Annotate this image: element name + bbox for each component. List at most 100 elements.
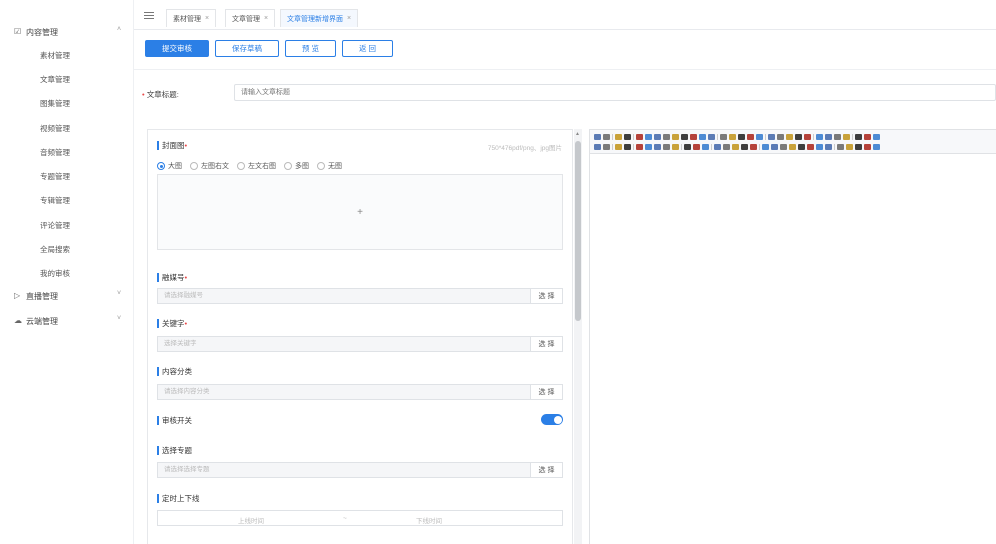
editor-tool-icon[interactable] bbox=[804, 134, 811, 140]
editor-tool-icon[interactable] bbox=[795, 134, 802, 140]
back-button[interactable]: 返 回 bbox=[342, 40, 393, 57]
sidebar-item-material[interactable]: 素材管理 bbox=[0, 45, 134, 65]
sidebar-item-video[interactable]: 视频管理 bbox=[0, 118, 134, 138]
category-field[interactable]: 请选择内容分类 bbox=[157, 384, 531, 400]
submit-review-button[interactable]: 提交审核 bbox=[145, 40, 209, 57]
topic-field[interactable]: 请选择选择专题 bbox=[157, 462, 531, 478]
editor-tool-icon[interactable] bbox=[816, 144, 823, 150]
editor-tool-icon[interactable] bbox=[834, 134, 841, 140]
editor-tool-icon[interactable] bbox=[690, 134, 697, 140]
editor-tool-icon[interactable] bbox=[615, 134, 622, 140]
editor-tool-icon[interactable] bbox=[729, 134, 736, 140]
category-pick-button[interactable]: 选 择 bbox=[531, 384, 563, 400]
editor-tool-icon[interactable] bbox=[654, 134, 661, 140]
editor-tool-icon[interactable] bbox=[741, 144, 748, 150]
editor-tool-icon[interactable] bbox=[807, 144, 814, 150]
editor-tool-icon[interactable] bbox=[693, 144, 700, 150]
editor-tool-icon[interactable] bbox=[843, 134, 850, 140]
preview-button[interactable]: 预 览 bbox=[285, 40, 336, 57]
media-account-field[interactable]: 请选择融媒号 bbox=[157, 288, 531, 304]
online-time-placeholder[interactable]: 上线时间 bbox=[238, 515, 264, 525]
editor-tool-icon[interactable] bbox=[825, 144, 832, 150]
editor-tool-icon[interactable] bbox=[873, 134, 880, 140]
menu-group-live[interactable]: ▷ 直播管理 ˅ bbox=[0, 286, 134, 306]
sidebar-item-comment[interactable]: 评论管理 bbox=[0, 215, 134, 235]
editor-tool-icon[interactable] bbox=[837, 144, 844, 150]
editor-tool-icon[interactable] bbox=[732, 144, 739, 150]
review-toggle[interactable] bbox=[541, 414, 563, 425]
editor-tool-icon[interactable] bbox=[750, 144, 757, 150]
editor-tool-icon[interactable] bbox=[663, 134, 670, 140]
editor-tool-icon[interactable] bbox=[681, 134, 688, 140]
editor-tool-icon[interactable] bbox=[873, 144, 880, 150]
editor-tool-icon[interactable] bbox=[825, 134, 832, 140]
cover-upload-area[interactable]: + bbox=[157, 174, 563, 250]
sidebar-item-search[interactable]: 全局搜索 bbox=[0, 239, 134, 259]
editor-tool-icon[interactable] bbox=[684, 144, 691, 150]
editor-tool-icon[interactable] bbox=[636, 134, 643, 140]
editor-tool-icon[interactable] bbox=[672, 134, 679, 140]
editor-tool-icon[interactable] bbox=[771, 144, 778, 150]
editor-tool-icon[interactable] bbox=[699, 134, 706, 140]
offline-time-placeholder[interactable]: 下线时间 bbox=[416, 515, 442, 525]
editor-tool-icon[interactable] bbox=[672, 144, 679, 150]
keywords-pick-button[interactable]: 选 择 bbox=[531, 336, 563, 352]
editor-tool-icon[interactable] bbox=[636, 144, 643, 150]
sidebar-item-gallery[interactable]: 图集管理 bbox=[0, 93, 134, 113]
cover-option-none[interactable]: 无图 bbox=[317, 161, 342, 171]
cover-option-left-image[interactable]: 左图右文 bbox=[190, 161, 229, 171]
editor-tool-icon[interactable] bbox=[702, 144, 709, 150]
tab-article[interactable]: 文章管理 × bbox=[225, 9, 276, 27]
editor-tool-icon[interactable] bbox=[780, 144, 787, 150]
close-icon[interactable]: × bbox=[347, 15, 351, 22]
sidebar-item-audio[interactable]: 音频管理 bbox=[0, 142, 134, 162]
editor-tool-icon[interactable] bbox=[663, 144, 670, 150]
topic-pick-button[interactable]: 选 择 bbox=[531, 462, 563, 478]
editor-content-area[interactable] bbox=[590, 154, 996, 544]
editor-tool-icon[interactable] bbox=[864, 134, 871, 140]
editor-tool-icon[interactable] bbox=[816, 134, 823, 140]
editor-tool-icon[interactable] bbox=[594, 144, 601, 150]
scrollbar-thumb[interactable] bbox=[575, 141, 581, 321]
menu-toggle-icon[interactable] bbox=[144, 12, 154, 20]
menu-group-content[interactable]: ☑ 内容管理 ˄ bbox=[0, 22, 134, 42]
editor-tool-icon[interactable] bbox=[603, 134, 610, 140]
cover-option-large[interactable]: 大图 bbox=[157, 161, 182, 171]
editor-tool-icon[interactable] bbox=[645, 144, 652, 150]
keywords-field[interactable]: 选择关键字 bbox=[157, 336, 531, 352]
editor-tool-icon[interactable] bbox=[789, 144, 796, 150]
sidebar-item-my-review[interactable]: 我的审核 bbox=[0, 263, 134, 283]
close-icon[interactable]: × bbox=[205, 15, 209, 22]
editor-tool-icon[interactable] bbox=[738, 134, 745, 140]
editor-tool-icon[interactable] bbox=[624, 134, 631, 140]
editor-tool-icon[interactable] bbox=[798, 144, 805, 150]
editor-tool-icon[interactable] bbox=[723, 144, 730, 150]
editor-tool-icon[interactable] bbox=[624, 144, 631, 150]
close-icon[interactable]: × bbox=[264, 15, 268, 22]
editor-tool-icon[interactable] bbox=[846, 144, 853, 150]
menu-group-cloud[interactable]: ☁ 云端管理 ˅ bbox=[0, 311, 134, 331]
editor-tool-icon[interactable] bbox=[786, 134, 793, 140]
sidebar-item-topic[interactable]: 专题管理 bbox=[0, 166, 134, 186]
media-account-pick-button[interactable]: 选 择 bbox=[531, 288, 563, 304]
form-scrollbar[interactable]: ▲ bbox=[574, 129, 582, 544]
editor-tool-icon[interactable] bbox=[756, 134, 763, 140]
cover-option-right-image[interactable]: 左文右图 bbox=[237, 161, 276, 171]
editor-tool-icon[interactable] bbox=[777, 134, 784, 140]
article-title-input[interactable] bbox=[234, 84, 996, 101]
editor-tool-icon[interactable] bbox=[747, 134, 754, 140]
editor-tool-icon[interactable] bbox=[768, 134, 775, 140]
editor-tool-icon[interactable] bbox=[864, 144, 871, 150]
editor-tool-icon[interactable] bbox=[855, 134, 862, 140]
editor-tool-icon[interactable] bbox=[720, 134, 727, 140]
editor-tool-icon[interactable] bbox=[762, 144, 769, 150]
editor-tool-icon[interactable] bbox=[594, 134, 601, 140]
cover-option-multi[interactable]: 多图 bbox=[284, 161, 309, 171]
sidebar-item-album[interactable]: 专辑管理 bbox=[0, 190, 134, 210]
save-draft-button[interactable]: 保存草稿 bbox=[215, 40, 279, 57]
editor-tool-icon[interactable] bbox=[654, 144, 661, 150]
schedule-range-picker[interactable]: 上线时间 ~ 下线时间 bbox=[157, 510, 563, 526]
tab-article-new[interactable]: 文章管理新增界面 × bbox=[280, 9, 359, 27]
editor-tool-icon[interactable] bbox=[603, 144, 610, 150]
tab-material[interactable]: 素材管理 × bbox=[166, 9, 217, 27]
